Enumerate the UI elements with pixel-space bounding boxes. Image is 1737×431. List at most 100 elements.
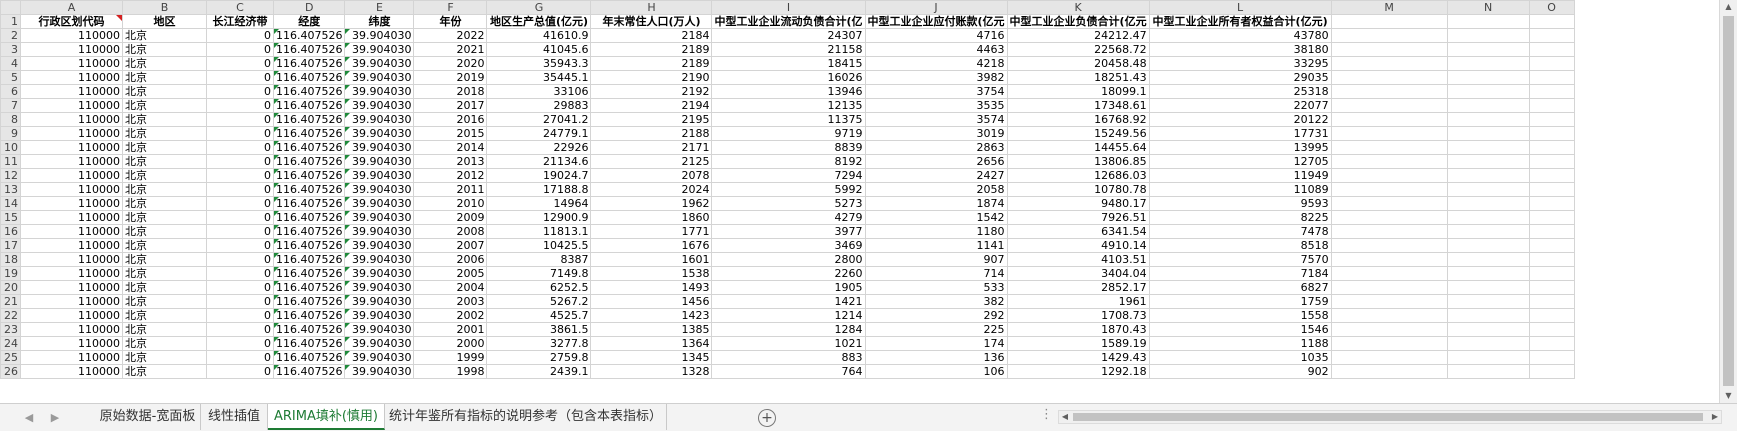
- cell[interactable]: [1330, 238, 1448, 253]
- cell[interactable]: 北京: [122, 196, 207, 211]
- cell[interactable]: [1446, 308, 1530, 323]
- row-number[interactable]: 16: [0, 224, 21, 239]
- cell[interactable]: 14964: [486, 196, 592, 211]
- cell[interactable]: 110000: [20, 126, 123, 141]
- row-number[interactable]: 14: [0, 196, 21, 211]
- cell[interactable]: 2439.1: [486, 364, 592, 379]
- cell[interactable]: 1905: [711, 280, 866, 295]
- cell[interactable]: 1759: [1148, 294, 1332, 309]
- cell[interactable]: [1330, 98, 1448, 113]
- cell[interactable]: 2016: [413, 112, 488, 127]
- cell[interactable]: 116.407526: [272, 322, 346, 337]
- cell[interactable]: 174: [864, 336, 1008, 351]
- cell[interactable]: 29883: [486, 98, 592, 113]
- cell[interactable]: 1141: [864, 238, 1008, 253]
- header-cell[interactable]: 年末常住人口(万人): [590, 14, 713, 29]
- column-header-e[interactable]: E: [344, 0, 415, 15]
- scroll-up-icon[interactable]: ▲: [1720, 0, 1737, 14]
- cell[interactable]: 0: [206, 70, 274, 85]
- cell[interactable]: [1528, 224, 1575, 239]
- cell[interactable]: 116.407526: [272, 238, 346, 253]
- cell[interactable]: 110000: [20, 56, 123, 71]
- cell[interactable]: [1446, 238, 1530, 253]
- cell[interactable]: 2024: [590, 182, 713, 197]
- cell[interactable]: 39.904030: [344, 308, 415, 323]
- cell[interactable]: 110000: [20, 84, 123, 99]
- cell[interactable]: 2125: [590, 154, 713, 169]
- cell[interactable]: 22077: [1148, 98, 1332, 113]
- sheet-table[interactable]: ABCDEFGHIJKLMNO 1 行政区划代码 地区 长江经济带 经度 纬度 年份 地区生产…: [0, 0, 1575, 379]
- cell[interactable]: 2194: [590, 98, 713, 113]
- cell[interactable]: 116.407526: [272, 336, 346, 351]
- cell[interactable]: 16026: [711, 70, 866, 85]
- cell[interactable]: [1528, 336, 1575, 351]
- cell[interactable]: 39.904030: [344, 42, 415, 57]
- cell[interactable]: 110000: [20, 280, 123, 295]
- cell[interactable]: 16768.92: [1006, 112, 1150, 127]
- cell[interactable]: 北京: [122, 336, 207, 351]
- row-number[interactable]: 24: [0, 336, 21, 351]
- cell[interactable]: 0: [206, 210, 274, 225]
- cell[interactable]: 116.407526: [272, 112, 346, 127]
- cell[interactable]: 2013: [413, 154, 488, 169]
- scroll-left-icon[interactable]: ◀: [1059, 411, 1071, 423]
- row-number[interactable]: 12: [0, 168, 21, 183]
- cell[interactable]: [1330, 154, 1448, 169]
- next-sheet-icon[interactable]: ▶: [48, 411, 62, 425]
- cell[interactable]: [1330, 182, 1448, 197]
- cell[interactable]: 3277.8: [486, 336, 592, 351]
- cell[interactable]: 24212.47: [1006, 28, 1150, 43]
- row-number[interactable]: 7: [0, 98, 21, 113]
- cell[interactable]: 106: [864, 364, 1008, 379]
- cell[interactable]: 北京: [122, 56, 207, 71]
- cell[interactable]: 7570: [1148, 252, 1332, 267]
- cell[interactable]: 1558: [1148, 308, 1332, 323]
- cell[interactable]: 7294: [711, 168, 866, 183]
- cell[interactable]: 2078: [590, 168, 713, 183]
- cell[interactable]: 110000: [20, 266, 123, 281]
- cell[interactable]: [1330, 84, 1448, 99]
- cell[interactable]: 110000: [20, 182, 123, 197]
- cell[interactable]: 北京: [122, 252, 207, 267]
- cell[interactable]: 1292.18: [1006, 364, 1150, 379]
- header-cell[interactable]: 中型工业企业流动负债合计(亿: [711, 14, 866, 29]
- header-cell[interactable]: 中型工业企业所有者权益合计(亿元): [1148, 14, 1332, 29]
- cell[interactable]: 1284: [711, 322, 866, 337]
- cell[interactable]: [1330, 294, 1448, 309]
- cell[interactable]: [1528, 196, 1575, 211]
- cell[interactable]: 764: [711, 364, 866, 379]
- cell[interactable]: 110000: [20, 98, 123, 113]
- column-header-m[interactable]: M: [1330, 0, 1448, 15]
- cell[interactable]: 116.407526: [272, 350, 346, 365]
- cell[interactable]: [1446, 154, 1530, 169]
- cell[interactable]: 12900.9: [486, 210, 592, 225]
- cell[interactable]: [1446, 350, 1530, 365]
- cell[interactable]: 1429.43: [1006, 350, 1150, 365]
- row-number[interactable]: 11: [0, 154, 21, 169]
- column-header-b[interactable]: B: [122, 0, 207, 15]
- cell[interactable]: 2260: [711, 266, 866, 281]
- cell[interactable]: 6252.5: [486, 280, 592, 295]
- cell[interactable]: [1330, 350, 1448, 365]
- cell[interactable]: [1528, 238, 1575, 253]
- cell[interactable]: 116.407526: [272, 98, 346, 113]
- cell[interactable]: 5992: [711, 182, 866, 197]
- cell[interactable]: 1676: [590, 238, 713, 253]
- cell[interactable]: 北京: [122, 294, 207, 309]
- cell[interactable]: 0: [206, 126, 274, 141]
- cell[interactable]: 2022: [413, 28, 488, 43]
- horizontal-scrollbar[interactable]: ◀ ▶: [1058, 410, 1722, 424]
- header-cell[interactable]: 长江经济带: [206, 14, 274, 29]
- cell[interactable]: 2012: [413, 168, 488, 183]
- cell[interactable]: 110000: [20, 294, 123, 309]
- column-header-n[interactable]: N: [1446, 0, 1530, 15]
- cell[interactable]: 7926.51: [1006, 210, 1150, 225]
- column-header-k[interactable]: K: [1006, 0, 1150, 15]
- column-header-f[interactable]: F: [413, 0, 488, 15]
- cell[interactable]: 110000: [20, 350, 123, 365]
- cell[interactable]: 11375: [711, 112, 866, 127]
- cell[interactable]: [1528, 70, 1575, 85]
- cell[interactable]: 3019: [864, 126, 1008, 141]
- cell[interactable]: 18415: [711, 56, 866, 71]
- cell[interactable]: 1874: [864, 196, 1008, 211]
